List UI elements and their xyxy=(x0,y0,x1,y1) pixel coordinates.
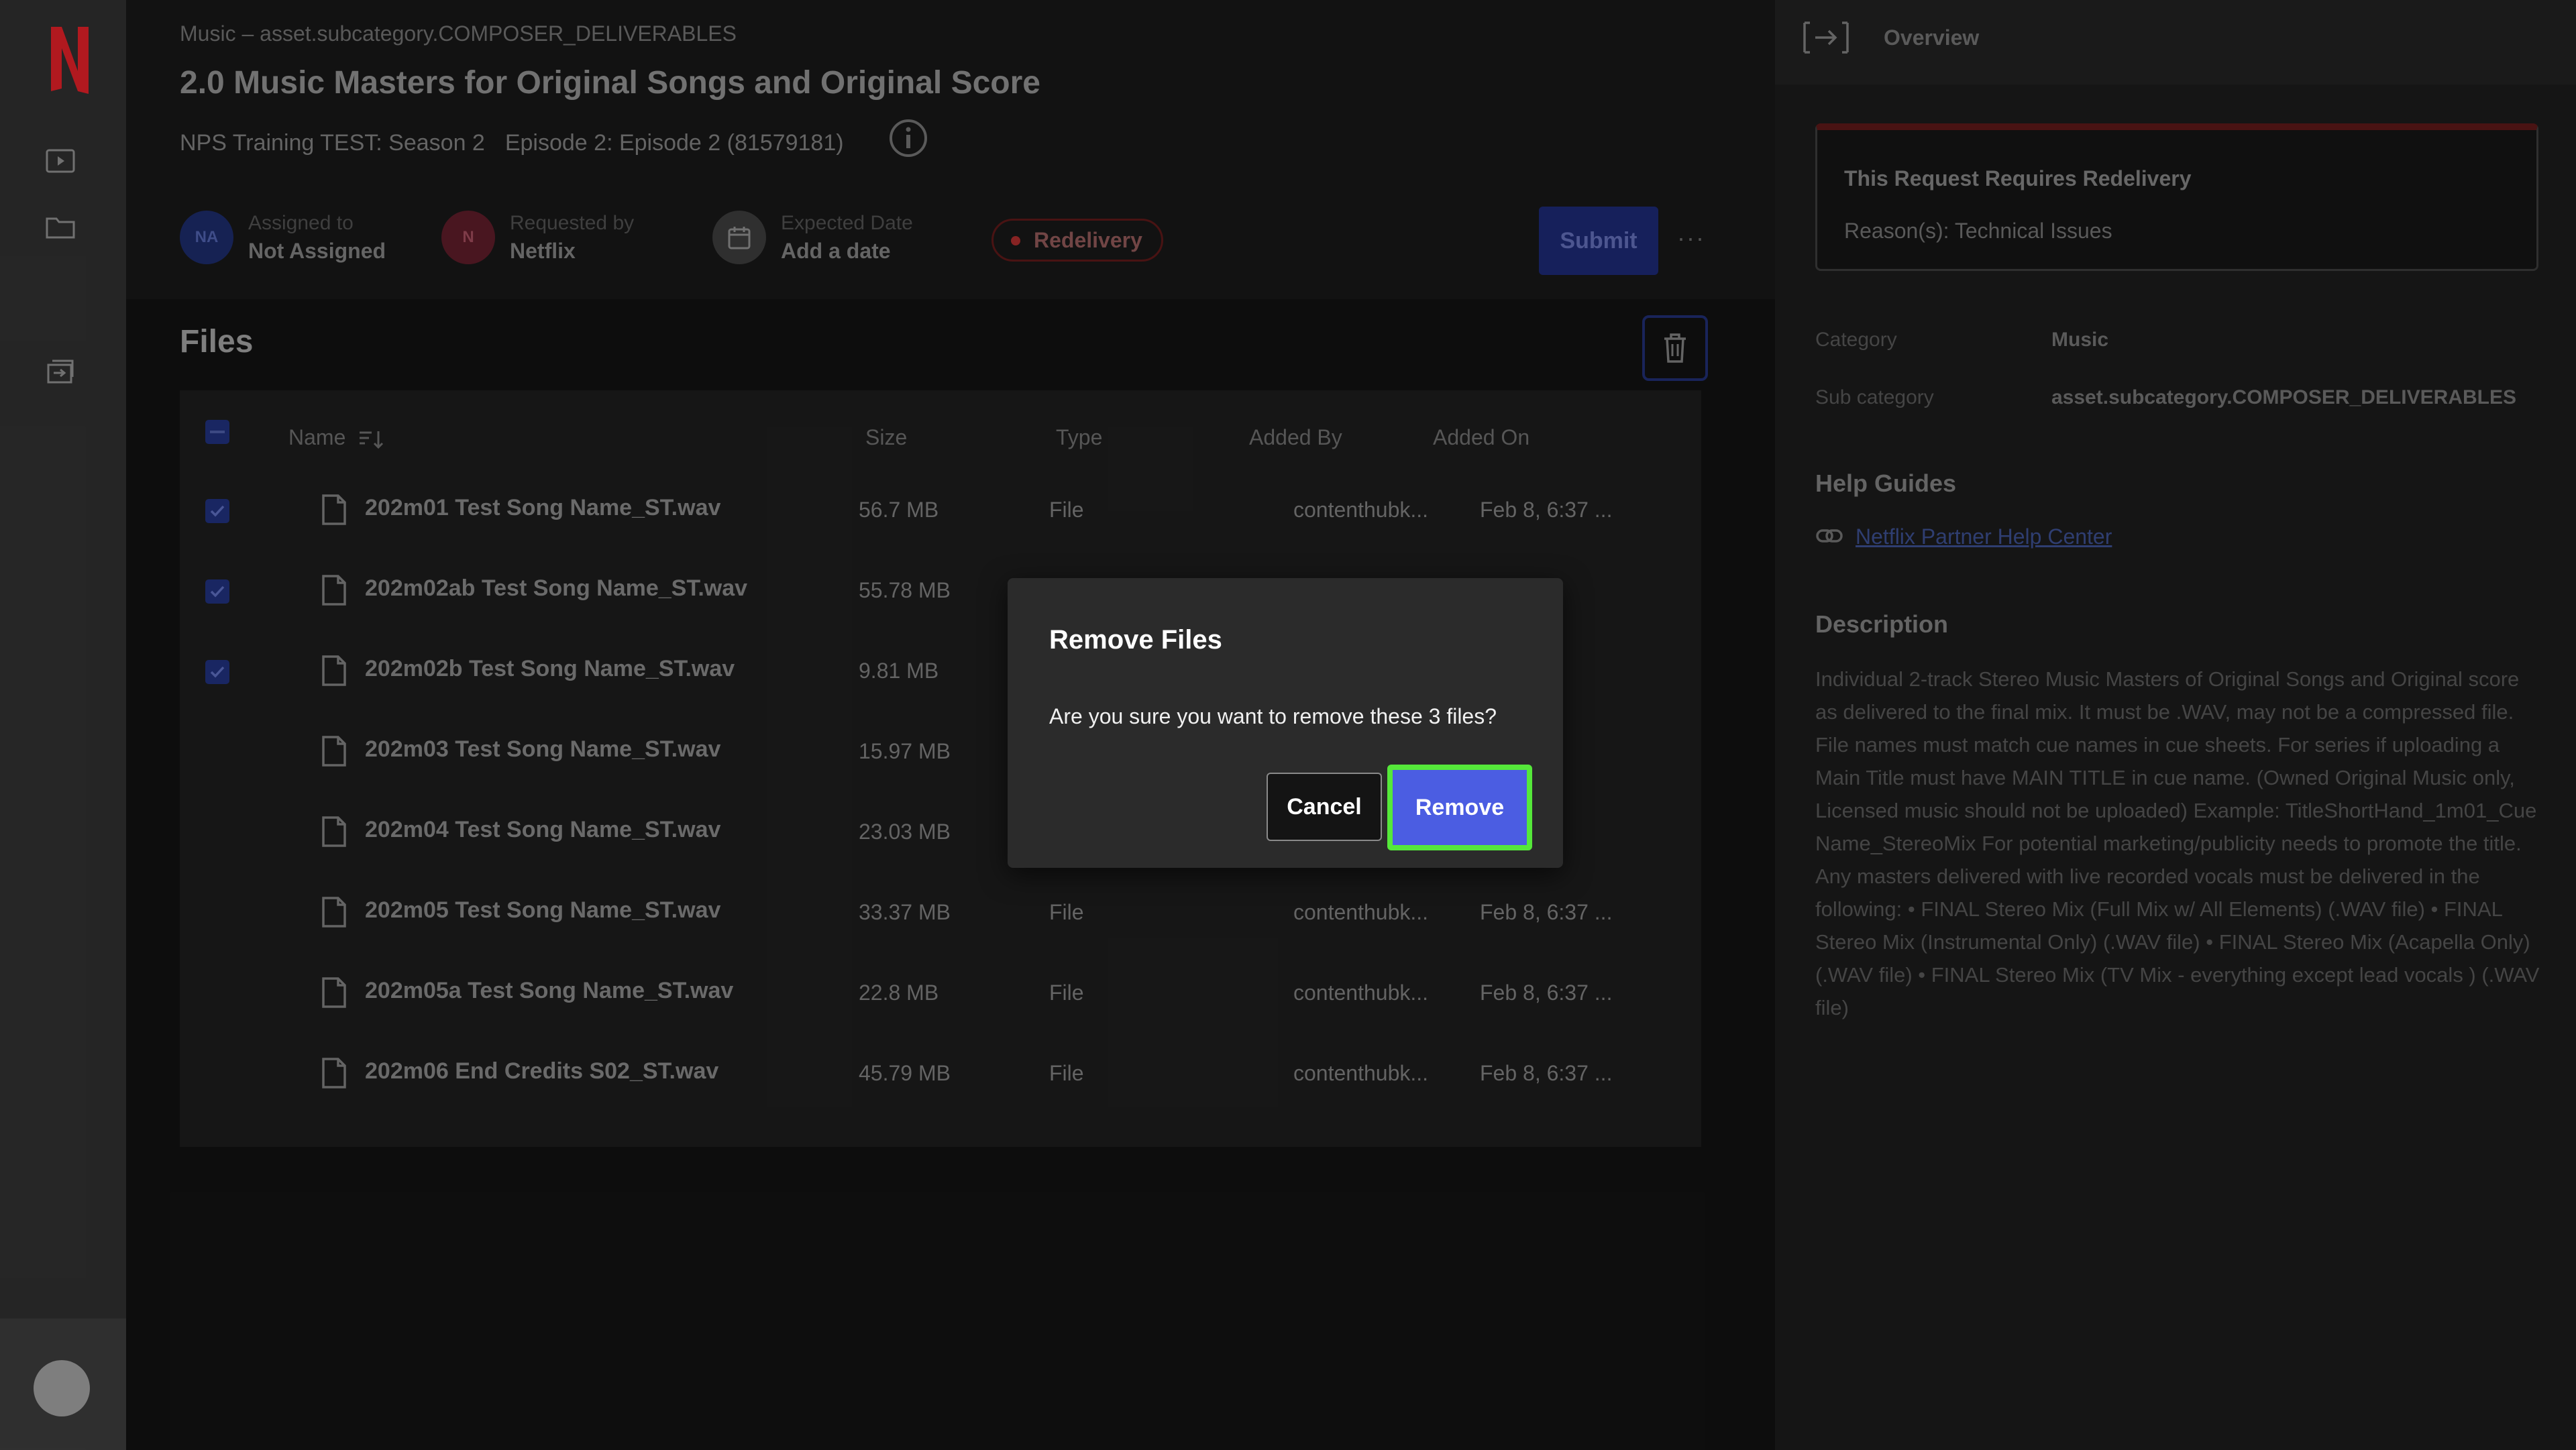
cancel-button[interactable]: Cancel xyxy=(1267,773,1382,841)
dialog-title: Remove Files xyxy=(1049,625,1222,655)
remove-files-dialog: Remove Files Are you sure you want to re… xyxy=(1008,578,1563,868)
dialog-message: Are you sure you want to remove these 3 … xyxy=(1049,704,1497,728)
remove-button[interactable]: Remove xyxy=(1387,765,1532,850)
app-root: N Music – asset.subcategory.COMPOSER_DEL… xyxy=(0,0,2576,1450)
